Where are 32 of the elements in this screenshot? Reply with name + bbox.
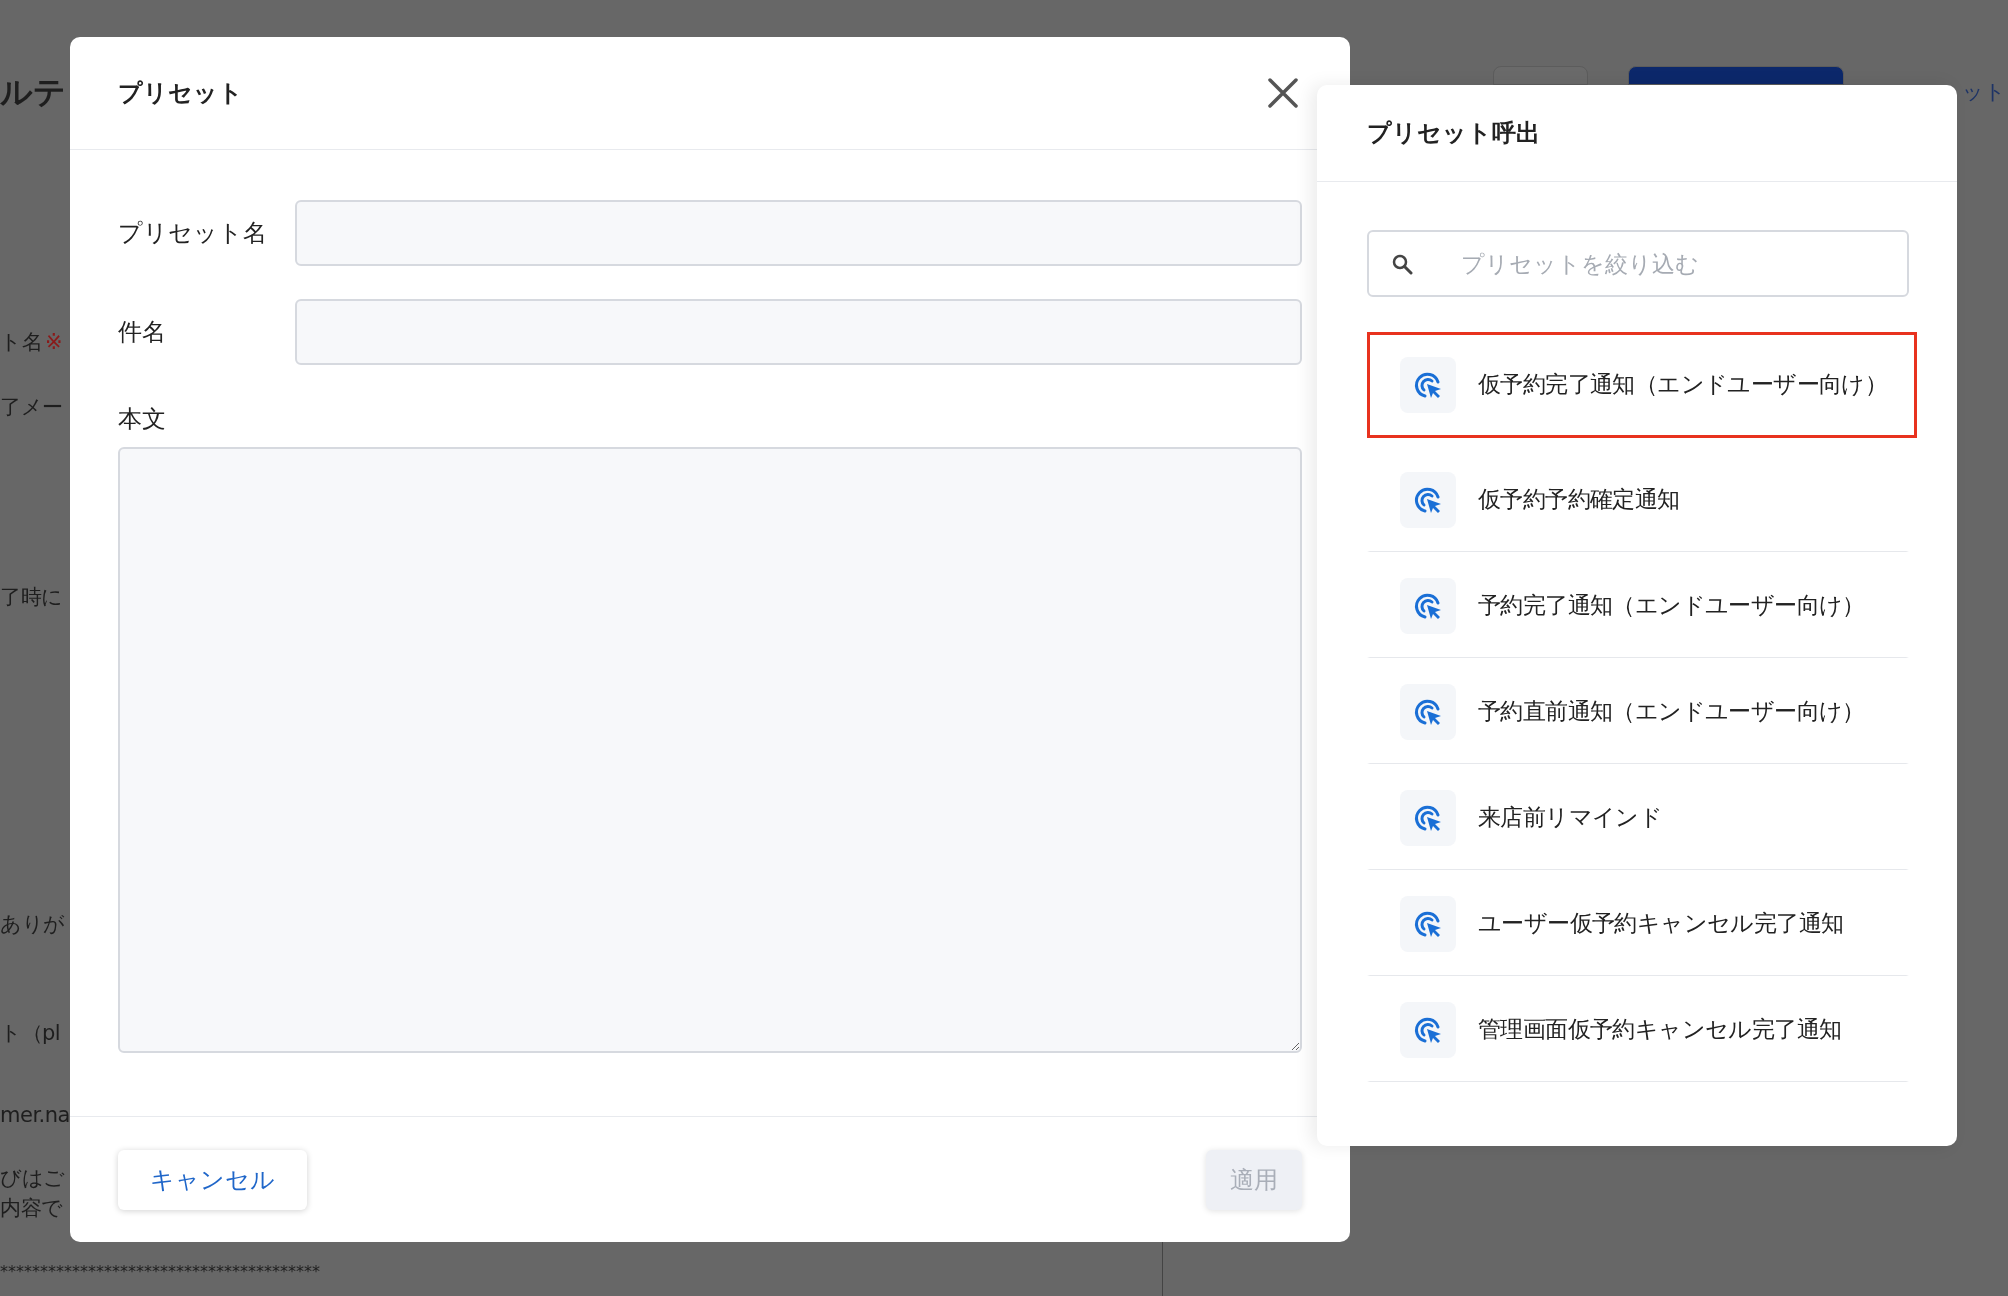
page-text: ****************************************: [0, 1262, 320, 1281]
preset-item[interactable]: 来店前リマインド: [1367, 764, 1909, 870]
page-heading: ルテ: [0, 72, 67, 112]
field-label: プリセット名: [118, 218, 268, 249]
page-text: ト名: [0, 329, 42, 356]
input-field[interactable]: [295, 200, 1302, 266]
close-icon: [1266, 76, 1300, 110]
input-field[interactable]: [295, 299, 1302, 365]
search-field[interactable]: プリセットを絞り込む: [1367, 230, 1909, 297]
preset-item[interactable]: 仮予約完了通知（エンドユーザー向け）: [1367, 332, 1917, 438]
search-icon: [1391, 253, 1413, 275]
page-text: 内容で: [0, 1195, 63, 1222]
preset-item[interactable]: 予約直前通知（エンドユーザー向け）: [1367, 658, 1909, 764]
page-text: 了メー: [0, 394, 63, 421]
panel-title: プリセット呼出: [1367, 118, 1540, 149]
field-label: 本文: [118, 404, 167, 435]
page-text: mer.na: [0, 1102, 70, 1129]
page-text: 了時に: [0, 584, 63, 611]
preset-item[interactable]: ユーザー仮予約キャンセル完了通知: [1367, 870, 1909, 976]
field-label: 件名: [118, 317, 167, 348]
required-mark: ※: [45, 329, 63, 356]
page-text: びはご: [0, 1165, 65, 1192]
text-area[interactable]: [118, 447, 1302, 1053]
close-button[interactable]: [1266, 76, 1300, 110]
preset-item[interactable]: 管理画面仮予約キャンセル完了通知: [1367, 976, 1909, 1082]
page-text: ット: [1962, 79, 2006, 106]
cancel-button[interactable]: キャンセル: [118, 1149, 307, 1210]
page-text: ありが: [0, 911, 65, 938]
preset-item[interactable]: 仮予約予約確定通知: [1367, 446, 1909, 552]
dialog-title: プリセット: [118, 78, 243, 109]
page-text: ト（pl: [0, 1020, 61, 1047]
preset-item[interactable]: 予約完了通知（エンドユーザー向け）: [1367, 552, 1909, 658]
